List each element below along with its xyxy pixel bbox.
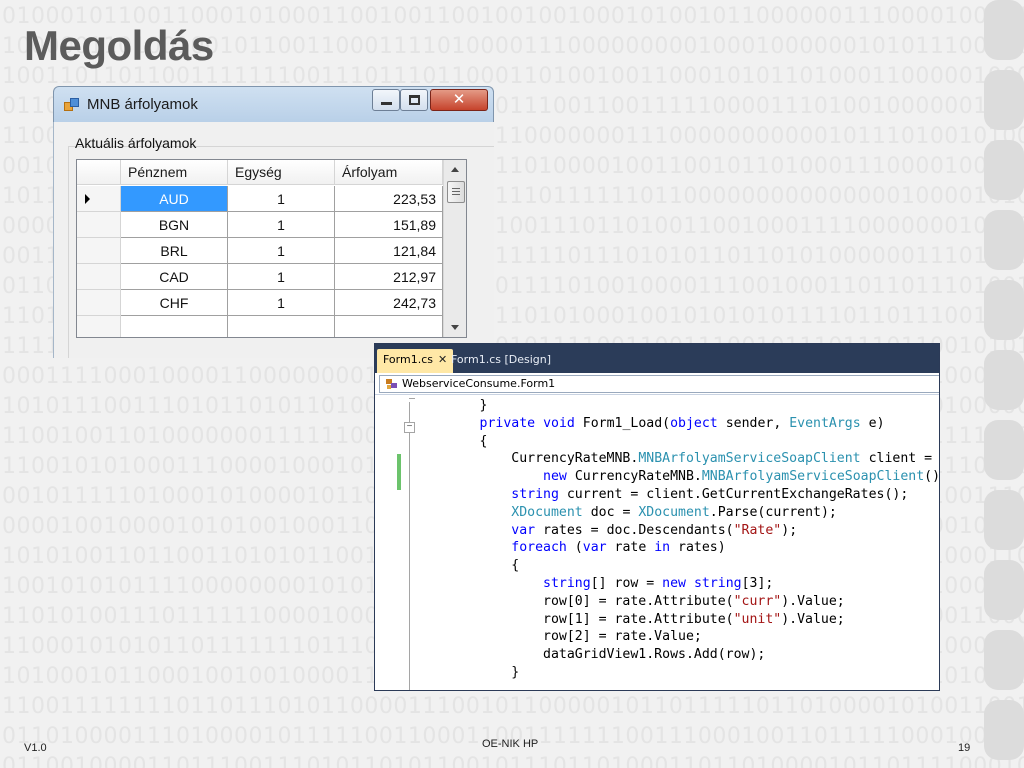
table-row[interactable]: [77, 316, 443, 337]
editor-tab-bar: Form1.cs ✕ Form1.cs [Design]: [375, 344, 939, 373]
code-line[interactable]: }: [416, 397, 939, 415]
cell-currency[interactable]: BGN: [121, 212, 228, 238]
footer-organization: OE-NIK HP: [482, 738, 539, 750]
code-editor-window: Form1.cs ✕ Form1.cs [Design] WebserviceCo…: [374, 343, 940, 691]
footer-version: V1.0: [24, 742, 47, 754]
change-tracking-bar: [397, 454, 401, 490]
code-text-area[interactable]: } private void Form1_Load(object sender,…: [416, 397, 939, 682]
navigation-bar: WebserviceConsume.Form1: [375, 373, 939, 395]
column-header-currency[interactable]: Pénznem: [121, 160, 228, 185]
cell-rate[interactable]: [335, 316, 443, 337]
grid-header: Pénznem Egység Árfolyam: [77, 160, 443, 185]
scroll-thumb[interactable]: [447, 181, 465, 203]
cell-rate[interactable]: 121,84: [335, 238, 443, 264]
row-header[interactable]: [77, 290, 121, 316]
cell-unit[interactable]: 1: [228, 238, 335, 264]
cell-currency[interactable]: [121, 316, 228, 337]
window-client-area: Aktuális árfolyamok Pénznem Egység Árfol…: [53, 122, 494, 358]
cell-rate[interactable]: 212,97: [335, 264, 443, 290]
current-row-arrow-icon: [85, 194, 90, 204]
code-line[interactable]: row[1] = rate.Attribute("unit").Value;: [416, 611, 939, 629]
class-dropdown-value: WebserviceConsume.Form1: [402, 377, 556, 390]
tab-label: Form1.cs: [383, 353, 433, 366]
scroll-down-button[interactable]: [444, 317, 466, 337]
rates-data-grid[interactable]: Pénznem Egység Árfolyam AUD 1 223,53 BGN…: [76, 159, 467, 338]
code-line[interactable]: foreach (var rate in rates): [416, 539, 939, 557]
row-header[interactable]: [77, 186, 121, 212]
grid-vertical-scrollbar[interactable]: [443, 160, 466, 337]
minimize-button[interactable]: [372, 89, 400, 111]
cell-rate[interactable]: 223,53: [335, 186, 443, 212]
cell-unit[interactable]: 1: [228, 264, 335, 290]
tab-form1-design[interactable]: Form1.cs [Design]: [445, 349, 557, 373]
code-line[interactable]: CurrencyRateMNB.MNBArfolyamServiceSoapCl…: [416, 450, 939, 468]
close-icon: ✕: [452, 91, 466, 108]
maximize-icon: [409, 95, 420, 105]
code-line[interactable]: string current = client.GetCurrentExchan…: [416, 486, 939, 504]
cell-unit[interactable]: [228, 316, 335, 337]
table-row[interactable]: BRL 1 121,84: [77, 238, 443, 264]
page-number: 19: [958, 742, 971, 754]
form-app-icon: [64, 98, 80, 112]
minimize-icon: [381, 102, 392, 105]
cell-rate[interactable]: 151,89: [335, 212, 443, 238]
cell-unit[interactable]: 1: [228, 212, 335, 238]
group-label: Aktuális árfolyamok: [75, 135, 197, 151]
cell-unit[interactable]: 1: [228, 290, 335, 316]
column-header-rate[interactable]: Árfolyam: [335, 160, 443, 185]
chevron-up-icon: [451, 167, 459, 172]
code-line[interactable]: new CurrencyRateMNB.MNBArfolyamServiceSo…: [416, 468, 939, 486]
row-header[interactable]: [77, 264, 121, 290]
cell-currency[interactable]: CAD: [121, 264, 228, 290]
row-header[interactable]: [77, 238, 121, 264]
close-button[interactable]: ✕: [430, 89, 488, 111]
cell-unit[interactable]: 1: [228, 186, 335, 212]
collapse-toggle-icon[interactable]: −: [404, 422, 415, 433]
row-header[interactable]: [77, 316, 121, 337]
code-line[interactable]: }: [416, 664, 939, 682]
class-dropdown[interactable]: WebserviceConsume.Form1: [379, 375, 939, 393]
cell-currency[interactable]: AUD: [121, 186, 228, 212]
cell-currency[interactable]: CHF: [121, 290, 228, 316]
row-header[interactable]: [77, 212, 121, 238]
chevron-down-icon: [451, 325, 459, 330]
window-title: MNB árfolyamok: [87, 96, 198, 113]
cell-currency[interactable]: BRL: [121, 238, 228, 264]
maximize-button[interactable]: [400, 89, 428, 111]
tab-label: Form1.cs [Design]: [451, 353, 552, 366]
table-row[interactable]: CHF 1 242,73: [77, 290, 443, 316]
code-line[interactable]: row[0] = rate.Attribute("curr").Value;: [416, 593, 939, 611]
cell-rate[interactable]: 242,73: [335, 290, 443, 316]
mnb-form-window: MNB árfolyamok ✕ Aktuális árfolyamok Pén…: [53, 86, 494, 358]
code-line[interactable]: private void Form1_Load(object sender, E…: [416, 415, 939, 433]
scroll-up-button[interactable]: [444, 160, 466, 180]
row-header-corner[interactable]: [77, 160, 121, 185]
slide-title: Megoldás: [24, 22, 214, 69]
code-line[interactable]: dataGridView1.Rows.Add(row);: [416, 646, 939, 664]
code-line[interactable]: var rates = doc.Descendants("Rate");: [416, 522, 939, 540]
table-row[interactable]: AUD 1 223,53: [77, 186, 443, 212]
class-icon: [386, 379, 398, 389]
column-header-unit[interactable]: Egység: [228, 160, 335, 185]
table-row[interactable]: BGN 1 151,89: [77, 212, 443, 238]
code-line[interactable]: XDocument doc = XDocument.Parse(current)…: [416, 504, 939, 522]
editor-margin: [375, 395, 399, 690]
code-line[interactable]: string[] row = new string[3];: [416, 575, 939, 593]
table-row[interactable]: CAD 1 212,97: [77, 264, 443, 290]
code-line[interactable]: {: [416, 557, 939, 575]
outline-guide: [409, 402, 410, 690]
tab-form1-cs[interactable]: Form1.cs ✕: [377, 349, 454, 373]
code-line[interactable]: row[2] = rate.Value;: [416, 628, 939, 646]
code-line[interactable]: {: [416, 433, 939, 451]
window-titlebar[interactable]: MNB árfolyamok ✕: [53, 86, 494, 122]
